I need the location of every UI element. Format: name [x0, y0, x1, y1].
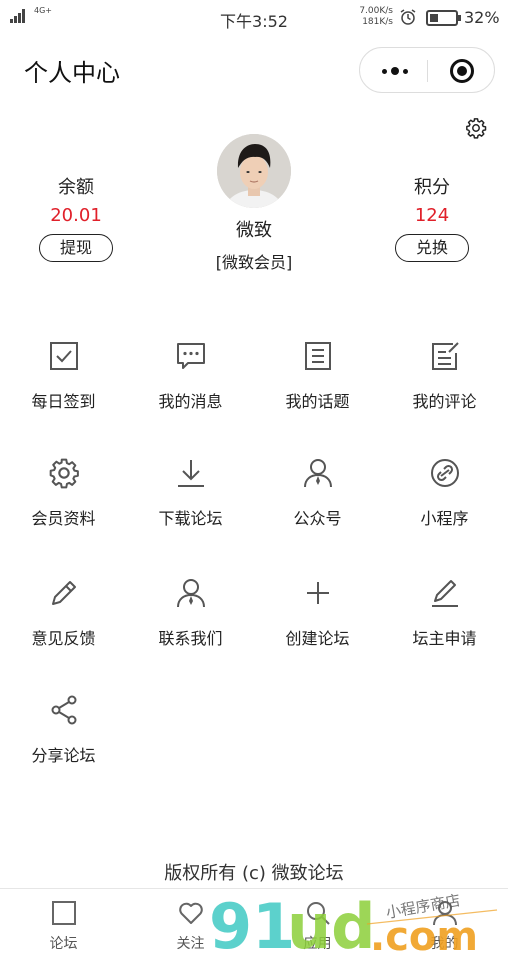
member-level: [微致会员] — [215, 253, 293, 272]
person-tie-icon — [302, 457, 334, 489]
menu-item-label: 我的话题 — [285, 392, 350, 411]
menu-item-create-forum[interactable]: 创建论坛 — [254, 577, 381, 677]
tab-label: 我的 — [430, 936, 459, 952]
menu-item-my-topics[interactable]: 我的话题 — [254, 340, 381, 440]
balance-value: 20.01 — [50, 205, 102, 226]
user-icon — [432, 900, 458, 926]
tab-forum[interactable]: 论坛 — [0, 889, 127, 960]
pen-line-icon — [429, 577, 461, 609]
gear-outline-icon — [48, 457, 80, 489]
bottom-tab-bar: 论坛 关注 应用 我的 — [0, 888, 508, 960]
menu-item-label: 公众号 — [293, 509, 342, 528]
document-lines-icon — [302, 340, 334, 372]
balance-label: 余额 — [58, 177, 94, 198]
tab-label: 应用 — [303, 936, 332, 952]
menu-item-label: 下载论坛 — [158, 509, 223, 528]
menu-item-mini-program[interactable]: 小程序 — [381, 457, 508, 557]
menu-item-label: 我的消息 — [158, 392, 223, 411]
message-icon — [175, 340, 207, 372]
menu-item-member-profile[interactable]: 会员资料 — [0, 457, 127, 557]
capsule-divider — [427, 60, 428, 82]
points-section: 积分 124 兑换 — [372, 173, 492, 262]
copyright-text: 版权所有 (c) 微致论坛 — [164, 863, 344, 884]
menu-item-label: 会员资料 — [31, 509, 96, 528]
more-dots-icon[interactable] — [378, 48, 412, 94]
checkbox-icon — [48, 340, 80, 372]
alarm-icon — [400, 9, 416, 25]
pencil-icon — [48, 577, 80, 609]
link-circle-icon — [429, 457, 461, 489]
menu-item-contact-us[interactable]: 联系我们 — [127, 577, 254, 677]
balance-section: 余额 20.01 提现 — [16, 173, 136, 262]
status-bar: 4G+ 下午3:52 7.00K/s 181K/s 32% — [0, 0, 508, 36]
avatar[interactable] — [217, 134, 291, 208]
menu-item-label: 我的评论 — [412, 392, 477, 411]
battery-icon — [426, 10, 461, 26]
points-label: 积分 — [414, 177, 450, 198]
menu-item-label: 小程序 — [420, 509, 469, 528]
menu-item-moderator-apply[interactable]: 坛主申请 — [381, 577, 508, 677]
menu-item-official-account[interactable]: 公众号 — [254, 457, 381, 557]
menu-item-my-messages[interactable]: 我的消息 — [127, 340, 254, 440]
menu-item-feedback[interactable]: 意见反馈 — [0, 577, 127, 677]
heart-icon — [178, 900, 204, 926]
menu-item-label: 创建论坛 — [285, 629, 350, 648]
plus-icon — [302, 577, 334, 609]
search-icon — [305, 900, 331, 926]
tab-apps[interactable]: 应用 — [254, 889, 381, 960]
menu-item-label: 联系我们 — [158, 629, 223, 648]
edit-note-icon — [429, 340, 461, 372]
mini-program-capsule — [359, 47, 495, 93]
navigation-bar: 个人中心 — [0, 36, 508, 104]
tab-follow[interactable]: 关注 — [127, 889, 254, 960]
target-circle-icon[interactable] — [450, 59, 474, 83]
person-icon — [175, 577, 207, 609]
download-icon — [175, 457, 207, 489]
exchange-button[interactable]: 兑换 — [395, 234, 469, 262]
menu-item-share-forum[interactable]: 分享论坛 — [0, 694, 127, 794]
tab-mine[interactable]: 我的 — [381, 889, 508, 960]
battery-percent: 32% — [464, 8, 500, 27]
points-value: 124 — [414, 205, 450, 226]
withdraw-button[interactable]: 提现 — [39, 234, 113, 262]
tab-label: 关注 — [176, 936, 205, 952]
network-speed: 7.00K/s 181K/s — [355, 6, 393, 28]
square-icon — [51, 900, 77, 926]
menu-item-daily-checkin[interactable]: 每日签到 — [0, 340, 127, 440]
username: 微致 — [236, 220, 272, 241]
speed-up: 7.00K/s — [359, 6, 393, 16]
tab-label: 论坛 — [49, 936, 78, 952]
speed-down: 181K/s — [362, 17, 393, 27]
menu-item-label: 坛主申请 — [412, 629, 477, 648]
menu-item-my-comments[interactable]: 我的评论 — [381, 340, 508, 440]
menu-item-label: 分享论坛 — [31, 746, 96, 765]
menu-item-download-forum[interactable]: 下载论坛 — [127, 457, 254, 557]
page-title: 个人中心 — [24, 59, 120, 87]
gear-icon[interactable] — [465, 117, 487, 139]
menu-item-label: 每日签到 — [31, 392, 96, 411]
menu-item-label: 意见反馈 — [31, 629, 96, 648]
share-icon — [48, 694, 80, 726]
